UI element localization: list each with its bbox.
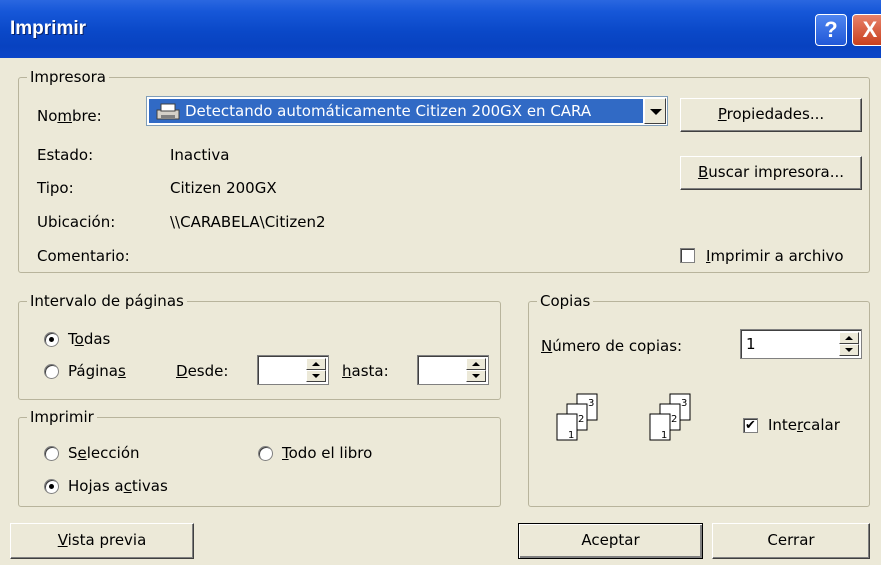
window-title: Imprimir (10, 18, 87, 39)
collate-page-2: 2 (671, 414, 677, 425)
close-button[interactable]: Cerrar (712, 523, 870, 559)
pages-label[interactable]: Páginas (68, 362, 126, 380)
selection-radio[interactable] (44, 446, 59, 461)
page-range-group: Intervalo de páginas (18, 292, 501, 400)
to-label: hasta: (342, 362, 389, 380)
number-of-copies-spinner[interactable]: 1 (740, 329, 862, 359)
all-pages-label[interactable]: Todas (68, 330, 110, 348)
spin-up-icon[interactable] (306, 358, 326, 370)
spin-up-icon[interactable] (839, 332, 859, 344)
number-of-copies-label: Número de copias: (541, 337, 683, 355)
status-value: Inactiva (170, 146, 230, 164)
print-preview-button[interactable]: Vista previa (10, 523, 194, 559)
all-pages-radio[interactable] (44, 332, 59, 347)
printer-name-label: Nombre: (37, 107, 102, 125)
location-label: Ubicación: (37, 213, 116, 231)
location-value: \\CARABELA\Citizen2 (170, 213, 326, 231)
active-sheets-label[interactable]: Hojas activas (68, 477, 168, 495)
collate-page-2: 2 (578, 414, 584, 425)
type-value: Citizen 200GX (170, 179, 277, 197)
collate-pages-icon: 3 2 1 (556, 393, 598, 441)
entire-workbook-radio[interactable] (258, 446, 273, 461)
page-range-legend: Intervalo de páginas (27, 292, 187, 310)
comment-label: Comentario: (37, 247, 130, 265)
active-sheets-radio[interactable] (44, 479, 59, 494)
spin-down-icon[interactable] (306, 370, 326, 382)
status-label: Estado: (37, 146, 94, 164)
from-page-spinner[interactable] (257, 355, 329, 385)
title-bar[interactable]: Imprimir ? X (0, 0, 881, 58)
spin-down-icon[interactable] (839, 344, 859, 356)
dropdown-arrow-icon[interactable] (644, 98, 666, 124)
printer-name-dropdown[interactable]: Detectando automáticamente Citizen 200GX… (146, 96, 668, 126)
print-what-legend: Imprimir (27, 408, 97, 426)
collate-pages-icon: 3 2 1 (649, 393, 691, 441)
printer-legend: Impresora (27, 68, 109, 86)
print-to-file-checkbox[interactable] (680, 248, 695, 263)
selection-label[interactable]: Selección (68, 444, 140, 462)
type-label: Tipo: (37, 179, 74, 197)
collate-page-3: 3 (681, 398, 687, 409)
printer-name-value: Detectando automáticamente Citizen 200GX… (149, 99, 643, 123)
properties-button[interactable]: Propiedades... (680, 98, 862, 132)
entire-workbook-label[interactable]: Todo el libro (282, 444, 372, 462)
collate-checkbox[interactable]: ✔ (743, 418, 758, 433)
print-to-file-label[interactable]: Imprimir a archivo (706, 247, 844, 265)
number-of-copies-value: 1 (746, 335, 756, 353)
to-page-spinner[interactable] (417, 355, 489, 385)
printer-icon (156, 103, 180, 120)
collate-label[interactable]: Intercalar (768, 416, 840, 434)
copies-legend: Copias (537, 292, 594, 310)
ok-button[interactable]: Aceptar (518, 523, 703, 559)
find-printer-button[interactable]: Buscar impresora... (680, 156, 862, 190)
collate-page-1: 1 (568, 430, 574, 441)
spin-up-icon[interactable] (466, 358, 486, 370)
spin-down-icon[interactable] (466, 370, 486, 382)
collate-page-1: 1 (661, 430, 667, 441)
pages-radio[interactable] (44, 364, 59, 379)
from-label: Desde: (176, 362, 229, 380)
collate-page-3: 3 (588, 398, 594, 409)
help-button[interactable]: ? (815, 14, 847, 46)
close-window-button[interactable]: X (852, 14, 881, 46)
